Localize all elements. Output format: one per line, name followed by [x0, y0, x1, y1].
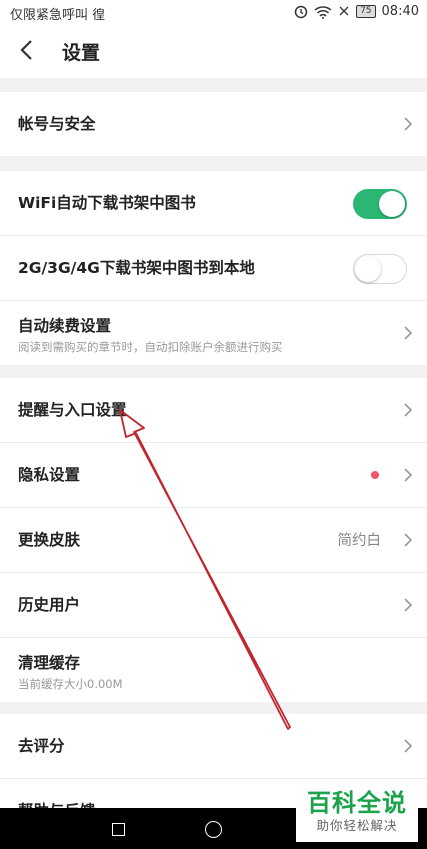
group-download: WiFi自动下载书架中图书 2G/3G/4G下载书架中图书到本地 自动续费设置 …	[0, 171, 427, 365]
watermark-logo: 百科全说 助你轻松解决	[296, 786, 418, 842]
chevron-right-icon	[404, 533, 413, 547]
row-subtitle: 阅读到需购买的章节时，自动扣除账户余额进行购买	[18, 340, 283, 354]
settings-row-reminder[interactable]: 提醒与入口设置	[0, 378, 427, 443]
status-bar: 仅限紧急呼叫 徨 75 08:40	[0, 0, 427, 24]
chevron-right-icon	[404, 403, 413, 417]
row-label: 清理缓存	[18, 654, 81, 672]
row-label: 帐号与安全	[18, 115, 96, 133]
settings-row-rate[interactable]: 去评分	[0, 714, 427, 779]
settings-row-history[interactable]: 历史用户	[0, 573, 427, 638]
settings-row-cache[interactable]: 清理缓存 当前缓存大小0.00M	[0, 638, 427, 702]
group-general: 提醒与入口设置 隐私设置 更换皮肤 简约白 历史用户 清理缓存 当前缓存大小0.…	[0, 378, 427, 702]
settings-row-mobile-download: 2G/3G/4G下载书架中图书到本地	[0, 236, 427, 301]
chevron-right-icon	[404, 598, 413, 612]
chevron-right-icon	[404, 468, 413, 482]
row-label: 历史用户	[18, 596, 81, 614]
signal-icon	[339, 6, 349, 15]
chevron-left-icon[interactable]	[16, 38, 40, 62]
row-label: 提醒与入口设置	[18, 401, 127, 419]
settings-row-auto-renew[interactable]: 自动续费设置 阅读到需购买的章节时，自动扣除账户余额进行购买	[0, 301, 427, 365]
row-label: 去评分	[18, 737, 65, 755]
skin-value: 简约白	[337, 533, 382, 549]
wifi-icon	[314, 5, 332, 19]
watermark-subtitle: 助你轻松解决	[316, 818, 398, 833]
chevron-right-icon	[404, 739, 413, 753]
settings-row-skin[interactable]: 更换皮肤 简约白	[0, 508, 427, 573]
title-bar: 设置	[0, 24, 427, 78]
wifi-download-toggle[interactable]	[353, 189, 407, 219]
settings-row-account[interactable]: 帐号与安全	[0, 92, 427, 156]
chevron-right-icon	[404, 117, 413, 131]
status-right: 75 08:40	[294, 4, 419, 19]
toggle-knob	[355, 256, 381, 282]
alarm-icon	[294, 5, 308, 18]
row-subtitle: 当前缓存大小0.00M	[18, 677, 123, 691]
settings-row-wifi-download: WiFi自动下载书架中图书	[0, 171, 427, 236]
mobile-download-toggle[interactable]	[353, 254, 407, 284]
new-badge	[371, 471, 379, 479]
row-label: 隐私设置	[18, 466, 81, 484]
row-label: WiFi自动下载书架中图书	[18, 194, 196, 212]
battery-icon: 75	[356, 5, 376, 18]
row-label: 自动续费设置	[18, 317, 112, 335]
toggle-knob	[379, 191, 405, 217]
carrier-text: 仅限紧急呼叫 徨	[10, 8, 106, 23]
page-title: 设置	[62, 42, 101, 64]
settings-row-privacy[interactable]: 隐私设置	[0, 443, 427, 508]
home-button[interactable]	[205, 821, 222, 838]
row-label: 更换皮肤	[18, 531, 81, 549]
chevron-right-icon	[404, 326, 413, 340]
row-label: 2G/3G/4G下载书架中图书到本地	[18, 259, 255, 277]
clock: 08:40	[381, 4, 419, 19]
recents-button[interactable]	[112, 823, 125, 836]
watermark-title: 百科全说	[307, 789, 407, 817]
group-account: 帐号与安全	[0, 92, 427, 156]
